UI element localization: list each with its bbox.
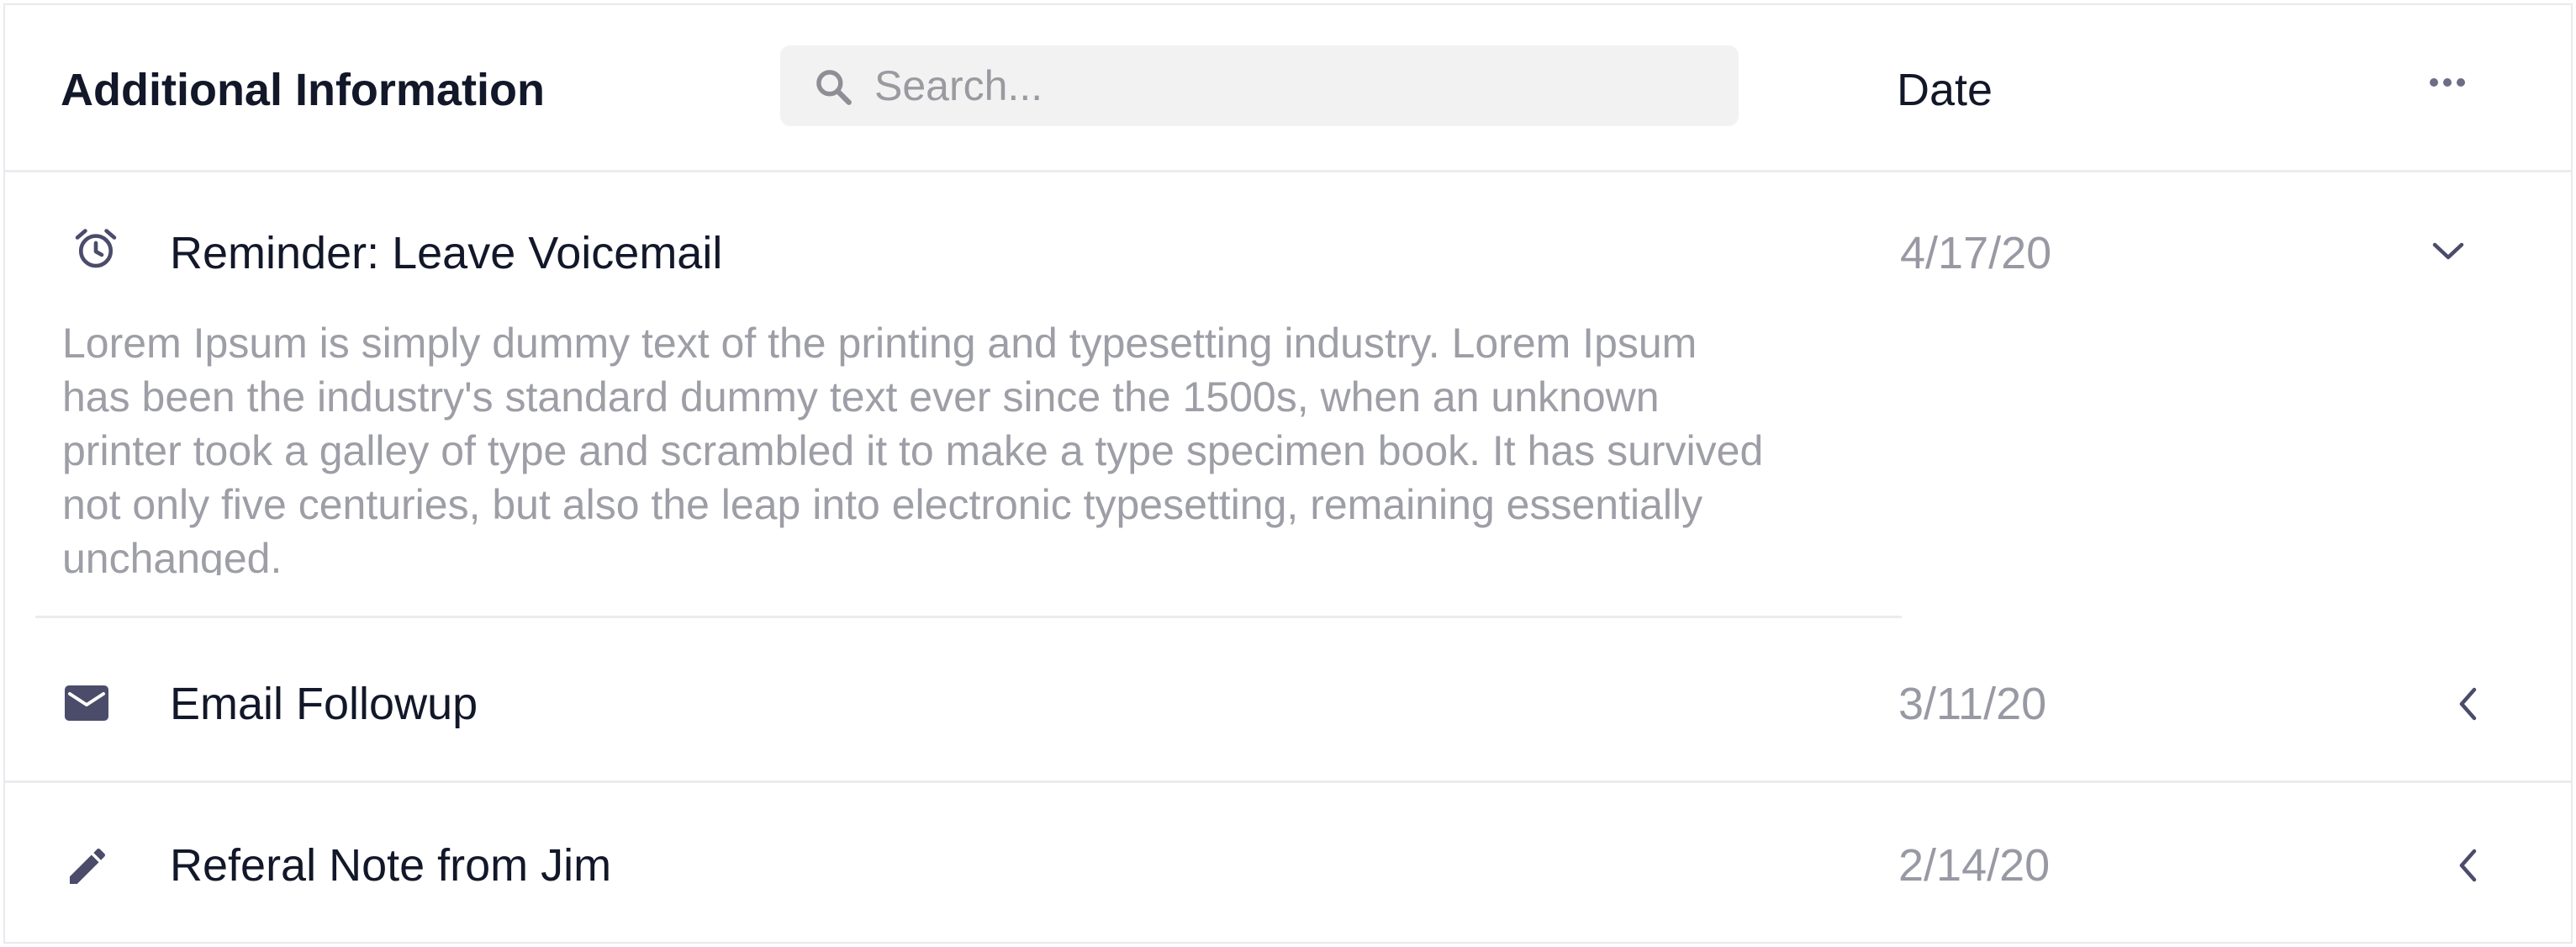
search-box[interactable] [780, 45, 1739, 126]
item-title: Referal Note from Jim [170, 840, 612, 891]
chevron-left-icon[interactable] [2455, 844, 2480, 886]
chevron-down-icon[interactable] [2430, 239, 2467, 264]
item-date: 3/11/20 [1898, 679, 2047, 729]
pencil-icon [70, 848, 106, 884]
panel-header: Additional Information Date [5, 5, 2571, 171]
panel-title: Additional Information [61, 65, 545, 115]
search-icon [816, 70, 852, 105]
date-column-header[interactable]: Date [1897, 64, 1993, 116]
alarm-clock-icon [75, 229, 117, 268]
chevron-left-icon[interactable] [2455, 683, 2480, 725]
item-body-text: Lorem Ipsum is simply dummy text of the … [62, 320, 1764, 575]
additional-information-panel: Additional Information Date Reminder: Le… [3, 3, 2573, 944]
header-divider [5, 170, 2571, 172]
item-title: Reminder: Leave Voicemail [170, 228, 723, 278]
item-title: Email Followup [170, 679, 478, 729]
envelope-icon [65, 685, 108, 721]
item-date: 2/14/20 [1898, 840, 2051, 891]
more-options-icon[interactable] [2428, 76, 2467, 89]
item-divider [5, 780, 2571, 783]
item-date: 4/17/20 [1900, 228, 2052, 278]
item-divider [35, 616, 1902, 618]
search-input[interactable] [874, 45, 1715, 126]
